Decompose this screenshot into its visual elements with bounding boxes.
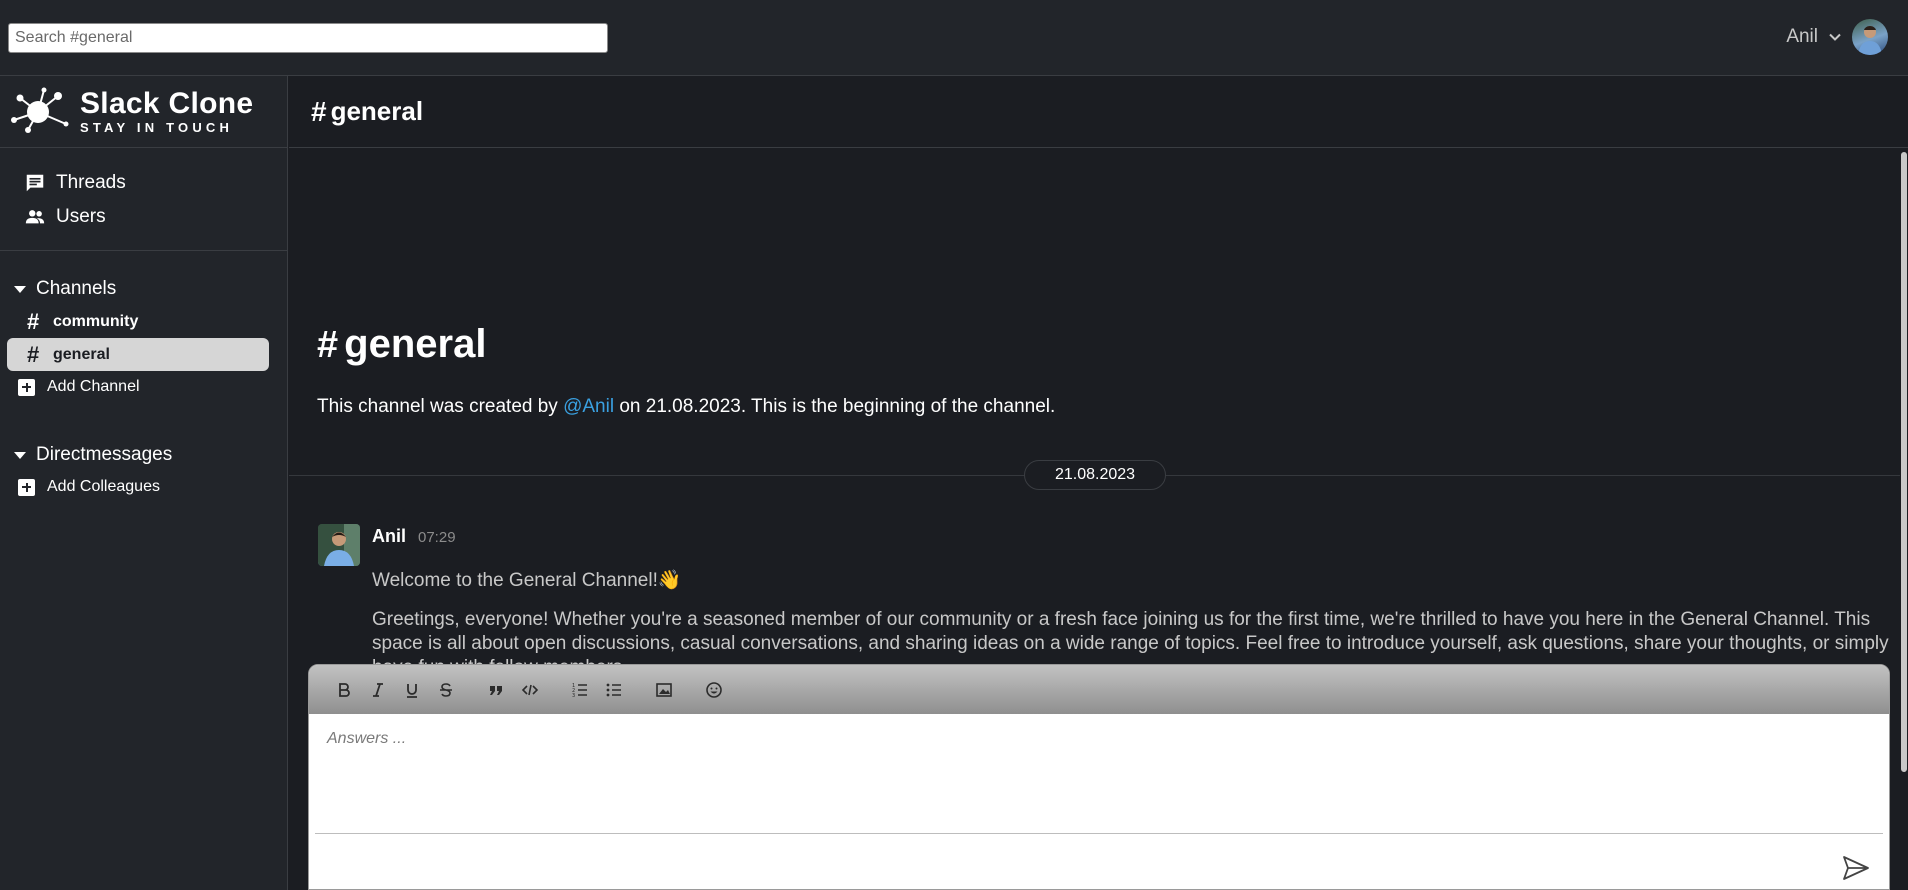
channels-heading: Channels: [36, 278, 117, 299]
add-colleagues-label: Add Colleagues: [47, 478, 160, 495]
channel-header: # general: [289, 76, 1908, 148]
ordered-list-icon: 123: [572, 683, 587, 699]
user-menu[interactable]: Anil: [1786, 17, 1888, 57]
message-author[interactable]: Anil: [372, 526, 406, 547]
scrollbar-thumb[interactable]: [1901, 152, 1907, 772]
code-icon: [521, 684, 539, 695]
code-button[interactable]: [513, 675, 547, 705]
emoji-icon: [706, 681, 722, 698]
add-colleagues-button[interactable]: Add Colleagues: [0, 471, 287, 503]
channel-label: community: [53, 312, 139, 330]
ordered-list-button[interactable]: 123: [563, 675, 597, 705]
message-time: 07:29: [418, 529, 456, 546]
hash-icon: #: [27, 308, 40, 334]
user-name[interactable]: Anil: [1786, 26, 1818, 48]
send-button[interactable]: [1839, 851, 1873, 885]
editor-divider: [315, 833, 1883, 834]
sidebar-nav: Threads Users: [0, 148, 287, 251]
directmessages-toggle[interactable]: Directmessages: [0, 439, 287, 471]
sidebar-item-label: Threads: [56, 172, 126, 193]
mention-link[interactable]: @Anil: [563, 396, 614, 417]
message-editor: 123: [308, 664, 1890, 890]
underline-button[interactable]: [395, 675, 429, 705]
brand-logo[interactable]: Slack Clone STAY IN TOUCH: [0, 76, 287, 148]
add-box-icon: [18, 478, 35, 496]
bold-button[interactable]: [327, 675, 361, 705]
channels-toggle[interactable]: Channels: [0, 273, 287, 305]
editor-toolbar: 123: [309, 665, 1889, 714]
message-input[interactable]: [309, 714, 1889, 832]
svg-text:3: 3: [572, 693, 575, 699]
hash-icon: #: [317, 324, 339, 366]
sidebar-item-label: Users: [56, 206, 106, 227]
underline-icon: [407, 683, 417, 698]
sidebar-item-users[interactable]: Users: [0, 200, 287, 234]
sidebar: Slack Clone STAY IN TOUCH Threads Users: [0, 76, 288, 890]
hash-icon: #: [311, 95, 327, 127]
strikethrough-button[interactable]: [429, 675, 463, 705]
add-channel-label: Add Channel: [47, 378, 140, 395]
image-icon: [656, 682, 672, 697]
sidebar-item-threads[interactable]: Threads: [0, 166, 287, 200]
intro-suffix: on 21.08.2023. This is the beginning of …: [614, 396, 1056, 417]
network-logo-icon: [11, 87, 69, 133]
strikethrough-icon: [440, 682, 452, 697]
search-input[interactable]: [8, 23, 608, 53]
directmessages-section: Directmessages Add Colleagues: [0, 439, 287, 503]
brand-title: Slack Clone: [80, 87, 254, 120]
add-box-icon: [18, 378, 35, 396]
bullet-list-button[interactable]: [597, 675, 631, 705]
hash-icon: #: [27, 341, 40, 367]
avatar[interactable]: [318, 524, 360, 566]
italic-icon: [373, 682, 383, 697]
send-icon: [1843, 856, 1869, 880]
chevron-down-icon[interactable]: [1828, 30, 1842, 44]
channel-label: general: [53, 345, 110, 363]
add-channel-button[interactable]: Add Channel: [0, 371, 287, 403]
blockquote-button[interactable]: [479, 675, 513, 705]
sidebar-item-general[interactable]: # general: [7, 338, 269, 371]
intro-title: general: [344, 322, 487, 366]
channels-section: Channels # community # general Add Chann…: [0, 273, 287, 403]
date-divider: 21.08.2023: [1024, 460, 1166, 490]
channel-intro: # general: [317, 322, 486, 367]
emoji-button[interactable]: [697, 675, 731, 705]
blockquote-icon: [490, 685, 502, 695]
italic-button[interactable]: [361, 675, 395, 705]
message-title: Welcome to the General Channel!👋: [372, 570, 682, 591]
directmessages-heading: Directmessages: [36, 444, 173, 465]
intro-prefix: This channel was created by: [317, 396, 564, 417]
image-button[interactable]: [647, 675, 681, 705]
users-icon: [25, 210, 45, 224]
bullet-list-icon: [606, 683, 621, 696]
threads-icon: [26, 174, 44, 192]
top-bar: Anil: [0, 0, 1908, 76]
caret-down-icon: [14, 285, 26, 293]
brand-subtitle: STAY IN TOUCH: [80, 120, 234, 135]
avatar[interactable]: [1852, 19, 1888, 55]
intro-text: This channel was created by @Anil on 21.…: [317, 396, 1055, 418]
sidebar-item-community[interactable]: # community: [7, 305, 269, 338]
page-title: general: [330, 96, 424, 126]
caret-down-icon: [14, 451, 26, 459]
bold-icon: [339, 682, 350, 697]
